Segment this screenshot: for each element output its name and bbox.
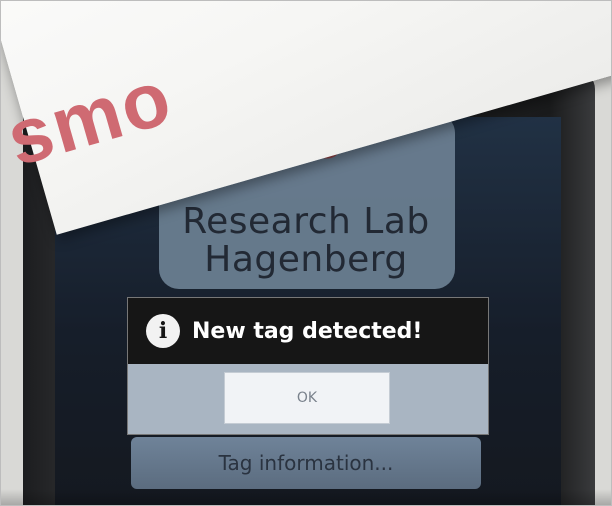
dialog-title: New tag detected! [192,318,423,344]
tag-information-item[interactable]: Tag information... [131,437,481,489]
dialog-header: i New tag detected! [128,298,488,364]
info-icon: i [146,314,180,348]
bottom-shadow [1,489,611,505]
photo-frame: ITEC Research Lab Hagenberg smo i New ta… [0,0,612,506]
tag-detected-dialog: i New tag detected! OK [127,297,489,435]
dialog-body: OK [128,364,488,434]
ok-button[interactable]: OK [224,372,390,424]
